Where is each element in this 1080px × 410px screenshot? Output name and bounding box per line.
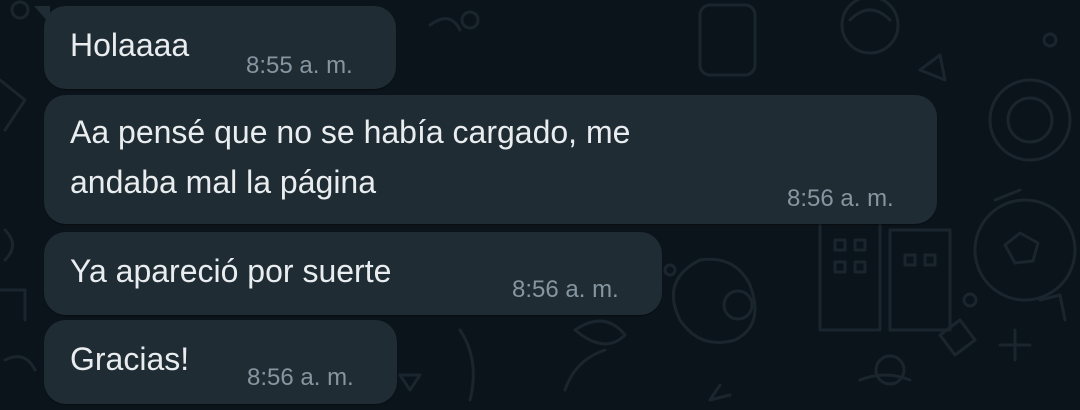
message-timestamp: 8:56 a. m. bbox=[247, 364, 354, 391]
chat-conversation[interactable]: Holaaaa 8:55 a. m. Aa pensé que no se ha… bbox=[0, 0, 1080, 410]
message-timestamp: 8:56 a. m. bbox=[787, 185, 894, 212]
message-timestamp: 8:55 a. m. bbox=[246, 52, 353, 79]
incoming-message[interactable]: Holaaaa 8:55 a. m. bbox=[34, 6, 396, 89]
message-text: Gracias! bbox=[70, 341, 190, 377]
message-timestamp: 8:56 a. m. bbox=[512, 276, 619, 303]
incoming-message[interactable]: Gracias! 8:56 a. m. bbox=[44, 320, 397, 404]
bubble-tail bbox=[34, 6, 50, 24]
message-text: Ya apareció por suerte bbox=[70, 253, 392, 289]
message-text-line: Aa pensé que no se había cargado, me bbox=[70, 114, 631, 150]
message-text-line: andaba mal la página bbox=[70, 164, 377, 200]
incoming-message[interactable]: Aa pensé que no se había cargado, me and… bbox=[44, 95, 937, 224]
message-text: Holaaaa bbox=[70, 27, 190, 63]
incoming-message[interactable]: Ya apareció por suerte 8:56 a. m. bbox=[44, 232, 662, 315]
